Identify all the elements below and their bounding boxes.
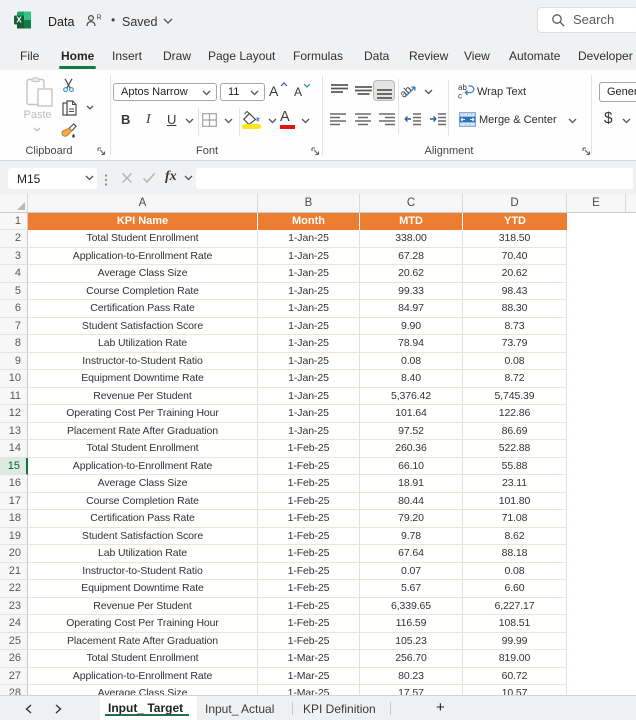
- svg-text:c: c: [458, 92, 462, 100]
- svg-text:X: X: [16, 16, 22, 25]
- svg-text:R: R: [97, 15, 102, 22]
